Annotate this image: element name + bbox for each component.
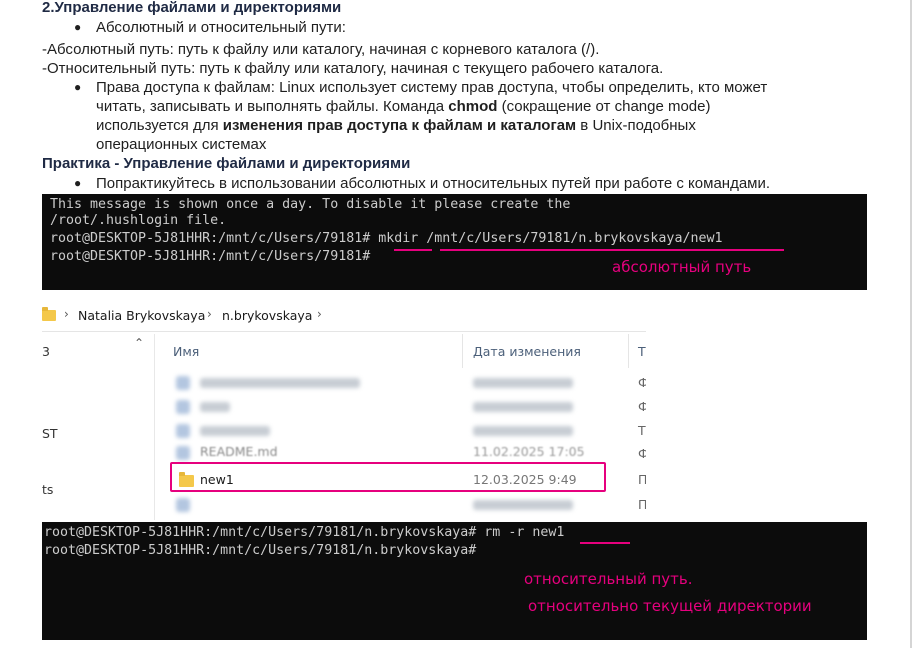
section-heading: 2.Управление файлами и директориями [42,0,342,16]
permissions-line-1: Права доступа к файлам: Linux использует… [96,79,768,96]
absolute-path-arg: /mnt/c/Users/79181/n.brykovskaya/new1 [418,231,723,246]
readme-date: 11.02.2025 17:05 [473,444,585,459]
bullet-dot: ● [74,20,82,34]
relative-path-annotation-2: относительно текущей директории [528,597,812,615]
practice-heading: Практика - Управление файлами и директор… [42,155,411,172]
mkdir-command: mkdir [378,231,419,246]
terminal-line: /root/.hushlogin file. [50,213,227,228]
column-divider [462,334,463,368]
terminal-relative: root@DESKTOP-5J81HHR:/mnt/c/Users/79181/… [42,522,867,640]
readme-name: README.md [200,444,278,459]
chevron-right-icon: › [207,307,212,321]
new1-highlight-box [170,462,606,492]
address-bar[interactable]: › Natalia Brykovskaya › n.brykovskaya › [42,298,646,332]
permissions-line-4: операционных системах [96,136,267,153]
blurred-icon [176,376,190,390]
nav-pane-label: 3 [42,344,50,359]
breadcrumb-folder[interactable]: n.brykovskaya [222,308,312,323]
file-explorer: › Natalia Brykovskaya › n.brykovskaya › … [42,298,646,520]
bullet-dot: ● [74,176,82,190]
type-glyph: П [638,497,646,512]
terminal-prompt: root@DESKTOP-5J81HHR:/mnt/c/Users/79181# [50,249,371,264]
bullet-paths: Абсолютный и относительный пути: [96,19,346,36]
blurred-icon [176,424,190,438]
chevron-right-icon: › [64,307,69,321]
relative-arg-underline [580,542,630,544]
practice-bullet: Попрактикуйтесь в использовании абсолютн… [96,175,771,192]
nav-pane-label: ts [42,482,54,497]
type-glyph: П [638,472,646,487]
column-header-date[interactable]: Дата изменения [473,344,581,359]
bullet-dot: ● [74,80,82,94]
blurred-name [200,378,360,388]
permissions-emphasis: изменения прав доступа к файлам и катало… [222,117,577,134]
type-glyph: Ф [638,446,646,461]
nav-pane-label: ST [42,426,58,441]
type-glyph: Ф [638,375,646,390]
pane-divider [154,334,155,520]
relative-path-definition: -Относительный путь: путь к файлу или ка… [42,60,664,77]
terminal-command-line: root@DESKTOP-5J81HHR:/mnt/c/Users/79181#… [50,231,723,246]
blurred-date [473,402,573,412]
blurred-date [473,500,573,510]
mkdir-underline [394,249,432,251]
relative-path-annotation: относительный путь. [524,570,693,588]
blurred-icon [176,400,190,414]
breadcrumb-user[interactable]: Natalia Brykovskaya [78,308,205,323]
blurred-name [200,402,230,412]
blurred-icon [176,498,190,512]
terminal-prompt: root@DESKTOP-5J81HHR:/mnt/c/Users/79181/… [44,543,477,558]
relative-path-arg: new1 [532,525,565,540]
folder-icon [42,307,56,321]
terminal-absolute: This message is shown once a day. To dis… [42,194,867,290]
column-divider [628,334,629,368]
chmod-keyword: chmod [448,98,498,115]
type-glyph: Т [638,423,646,438]
absolute-path-annotation: абсолютный путь [612,258,752,276]
blurred-name [200,426,270,436]
absolute-path-definition: -Абсолютный путь: путь к файлу или катал… [42,41,600,58]
blurred-icon [176,446,190,460]
chevron-right-icon: › [317,307,322,321]
scroll-up-icon[interactable]: ⌃ [134,336,144,350]
type-glyph: Ф [638,399,646,414]
blurred-date [473,378,573,388]
path-underline [440,249,784,251]
blurred-date [473,426,573,436]
column-header-type[interactable]: Т [638,344,646,359]
permissions-line-2: читать, записывать и выполнять файлы. Ко… [96,98,711,115]
terminal-command-line: root@DESKTOP-5J81HHR:/mnt/c/Users/79181/… [44,525,565,540]
column-header-name[interactable]: Имя [173,344,199,359]
permissions-line-3: используется для изменения прав доступа … [96,117,696,134]
